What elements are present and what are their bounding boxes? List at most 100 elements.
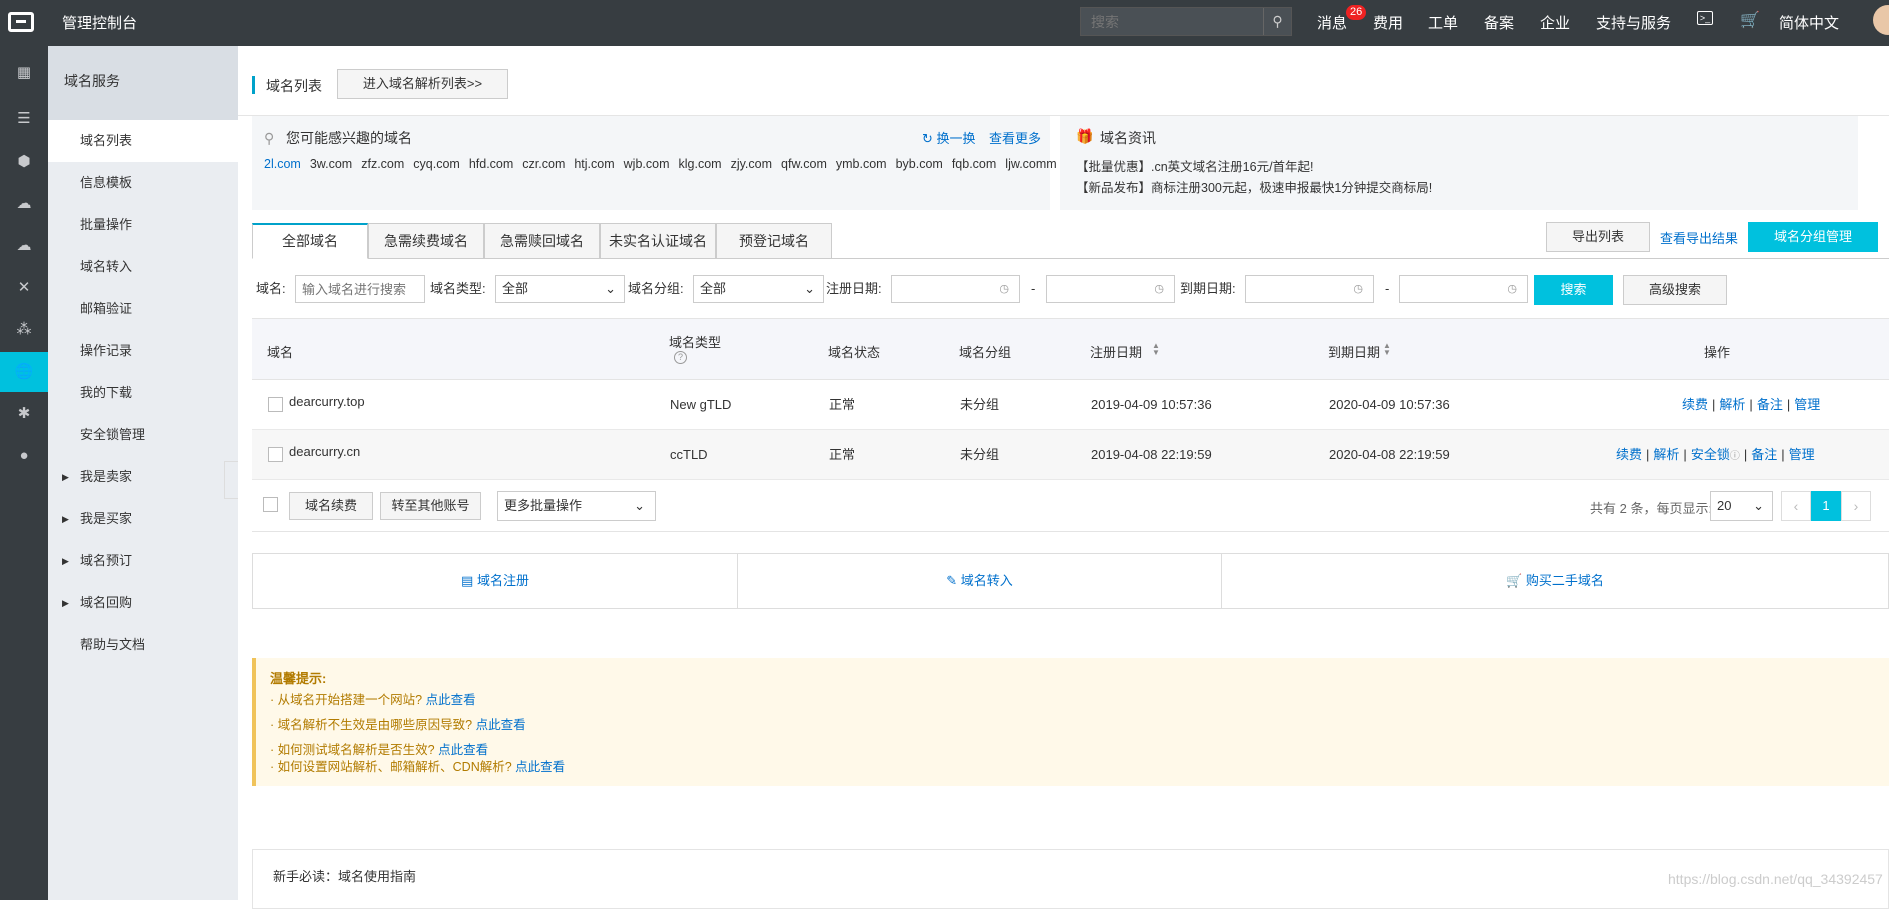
search-input[interactable] [1081, 8, 1261, 35]
sidebar-item-reserve[interactable]: ▶ 域名预订 [48, 540, 238, 582]
news-item[interactable]: 【批量优惠】.cn英文域名注册16元/首年起! [1076, 156, 1314, 175]
reg-date-start[interactable]: ◷ [891, 275, 1020, 303]
buy-used-domain-shortcut[interactable]: 🛒 购买二手域名 [1222, 554, 1888, 608]
tip-link[interactable]: 点此查看 [438, 743, 488, 757]
tab-redeem-urgent[interactable]: 急需赎回域名 [484, 223, 600, 259]
cloud-icon[interactable]: ☁ [0, 184, 48, 224]
bug-icon[interactable]: ✱ [0, 394, 48, 434]
sidebar-item-email-verify[interactable]: 邮箱验证 [48, 288, 238, 330]
group-select[interactable]: 全部 ⌄ [693, 275, 824, 303]
suggested-domain-link[interactable]: cyq.com [413, 157, 460, 171]
sort-icon[interactable]: ▲ ▼ [1383, 342, 1391, 357]
tip-link[interactable]: 点此查看 [476, 718, 526, 732]
reg-date-end[interactable]: ◷ [1046, 275, 1175, 303]
row-checkbox[interactable] [268, 397, 283, 412]
nav-messages[interactable]: 消息 [1317, 12, 1347, 33]
group-manage-button[interactable]: 域名分组管理 [1748, 222, 1878, 252]
suggested-domain-link[interactable]: zjy.com [731, 157, 772, 171]
suggested-domain-link[interactable]: ymb.com [836, 157, 887, 171]
renew-link[interactable]: 续费 [1616, 447, 1642, 462]
sidebar-item-buyer[interactable]: ▶ 我是买家 [48, 498, 238, 540]
suggested-domain-link[interactable]: ljw.comm [1005, 157, 1056, 171]
domain-link[interactable]: dearcurry.cn [289, 430, 360, 474]
network-icon[interactable]: ✕ [0, 268, 48, 308]
manage-link[interactable]: 管理 [1789, 447, 1815, 462]
next-page-button[interactable]: › [1841, 491, 1871, 521]
page-number-1[interactable]: 1 [1811, 491, 1841, 521]
circle-icon[interactable]: ● [0, 436, 48, 476]
suggested-domain-link[interactable]: qfw.com [781, 157, 827, 171]
nav-language[interactable]: 简体中文 [1779, 12, 1839, 33]
dns-link[interactable]: 解析 [1653, 447, 1679, 462]
select-all-checkbox[interactable] [263, 497, 278, 512]
sidebar-item-buyback[interactable]: ▶ 域名回购 [48, 582, 238, 624]
globe-icon[interactable]: 🌐 [0, 352, 48, 392]
sort-icon[interactable]: ▲ ▼ [1152, 342, 1160, 357]
security-lock-link[interactable]: 安全锁 [1691, 447, 1730, 462]
tab-renew-urgent[interactable]: 急需续费域名 [368, 223, 484, 259]
sidebar-item-domain-list[interactable]: 域名列表 [48, 120, 238, 162]
aliyun-logo-icon[interactable] [8, 12, 34, 32]
col-reg-date[interactable]: 注册日期 [1090, 342, 1142, 361]
database-icon[interactable]: ⬢ [0, 142, 48, 182]
suggested-domain-link[interactable]: fqb.com [952, 157, 996, 171]
sidebar-item-transfer-in[interactable]: 域名转入 [48, 246, 238, 288]
register-domain-shortcut[interactable]: ▤ 域名注册 [253, 554, 738, 608]
prev-page-button[interactable]: ‹ [1781, 491, 1811, 521]
avatar[interactable] [1873, 5, 1889, 35]
tab-preregistered[interactable]: 预登记域名 [716, 223, 832, 259]
exp-date-start[interactable]: ◷ [1245, 275, 1374, 303]
nav-icp[interactable]: 备案 [1484, 12, 1514, 33]
view-more-link[interactable]: 查看更多 [989, 128, 1041, 147]
view-export-results-link[interactable]: 查看导出结果 [1660, 228, 1738, 247]
nav-tickets[interactable]: 工单 [1428, 12, 1458, 33]
more-batch-select[interactable]: 更多批量操作 ⌄ [497, 491, 656, 521]
suggested-domain-link[interactable]: byb.com [896, 157, 943, 171]
nav-enterprise[interactable]: 企业 [1540, 12, 1570, 33]
nodes-icon[interactable]: ⁂ [0, 310, 48, 350]
transfer-in-shortcut[interactable]: ✎ 域名转入 [738, 554, 1222, 608]
news-item[interactable]: 【新品发布】商标注册300元起，极速申报最快1分钟提交商标局! [1076, 177, 1432, 196]
suggested-domain-link[interactable]: 2l.com [264, 157, 301, 171]
suggested-domain-link[interactable]: zfz.com [361, 157, 404, 171]
nav-billing[interactable]: 费用 [1373, 12, 1403, 33]
export-list-button[interactable]: 导出列表 [1546, 222, 1650, 252]
manage-link[interactable]: 管理 [1794, 397, 1820, 412]
suggested-domain-link[interactable]: htj.com [574, 157, 614, 171]
help-icon[interactable]: ? [674, 351, 687, 364]
cloud-upload-icon[interactable]: ☁ [0, 226, 48, 266]
sidebar-item-templates[interactable]: 信息模板 [48, 162, 238, 204]
dns-link[interactable]: 解析 [1719, 397, 1745, 412]
tab-all-domains[interactable]: 全部域名 [252, 223, 368, 259]
tab-unverified[interactable]: 未实名认证域名 [600, 223, 716, 259]
type-select[interactable]: 全部 ⌄ [495, 275, 625, 303]
sidebar-item-downloads[interactable]: 我的下载 [48, 372, 238, 414]
domain-search-input[interactable] [295, 275, 425, 303]
suggested-domain-link[interactable]: hfd.com [469, 157, 513, 171]
tip-link[interactable]: 点此查看 [515, 760, 565, 774]
console-title[interactable]: 管理控制台 [62, 12, 137, 33]
sidebar-item-batch[interactable]: 批量操作 [48, 204, 238, 246]
sidebar-item-help[interactable]: 帮助与文档 [48, 624, 238, 666]
sidebar-item-security-lock[interactable]: 安全锁管理 [48, 414, 238, 456]
sidebar-item-op-log[interactable]: 操作记录 [48, 330, 238, 372]
note-link[interactable]: 备注 [1757, 397, 1783, 412]
renew-link[interactable]: 续费 [1682, 397, 1708, 412]
advanced-search-button[interactable]: 高级搜索 [1623, 275, 1727, 305]
search-button[interactable]: 搜索 [1534, 275, 1613, 305]
goto-dns-list-button[interactable]: 进入域名解析列表>> [337, 69, 508, 99]
terminal-icon[interactable]: >_ [1697, 11, 1713, 25]
nav-support[interactable]: 支持与服务 [1596, 12, 1671, 33]
transfer-account-button[interactable]: 转至其他账号 [380, 492, 481, 520]
refresh-link[interactable]: ↻ 换一换 [922, 128, 976, 147]
page-size-select[interactable]: 20 ⌄ [1710, 491, 1773, 521]
server-icon[interactable]: ☰ [0, 99, 48, 139]
suggested-domain-link[interactable]: 3w.com [310, 157, 352, 171]
tip-link[interactable]: 点此查看 [426, 693, 476, 707]
suggested-domain-link[interactable]: wjb.com [624, 157, 670, 171]
batch-renew-button[interactable]: 域名续费 [289, 492, 373, 520]
domain-link[interactable]: dearcurry.top [289, 380, 365, 424]
search-icon[interactable]: ⚲ [1263, 8, 1291, 35]
row-checkbox[interactable] [268, 447, 283, 462]
suggested-domain-link[interactable]: czr.com [522, 157, 565, 171]
